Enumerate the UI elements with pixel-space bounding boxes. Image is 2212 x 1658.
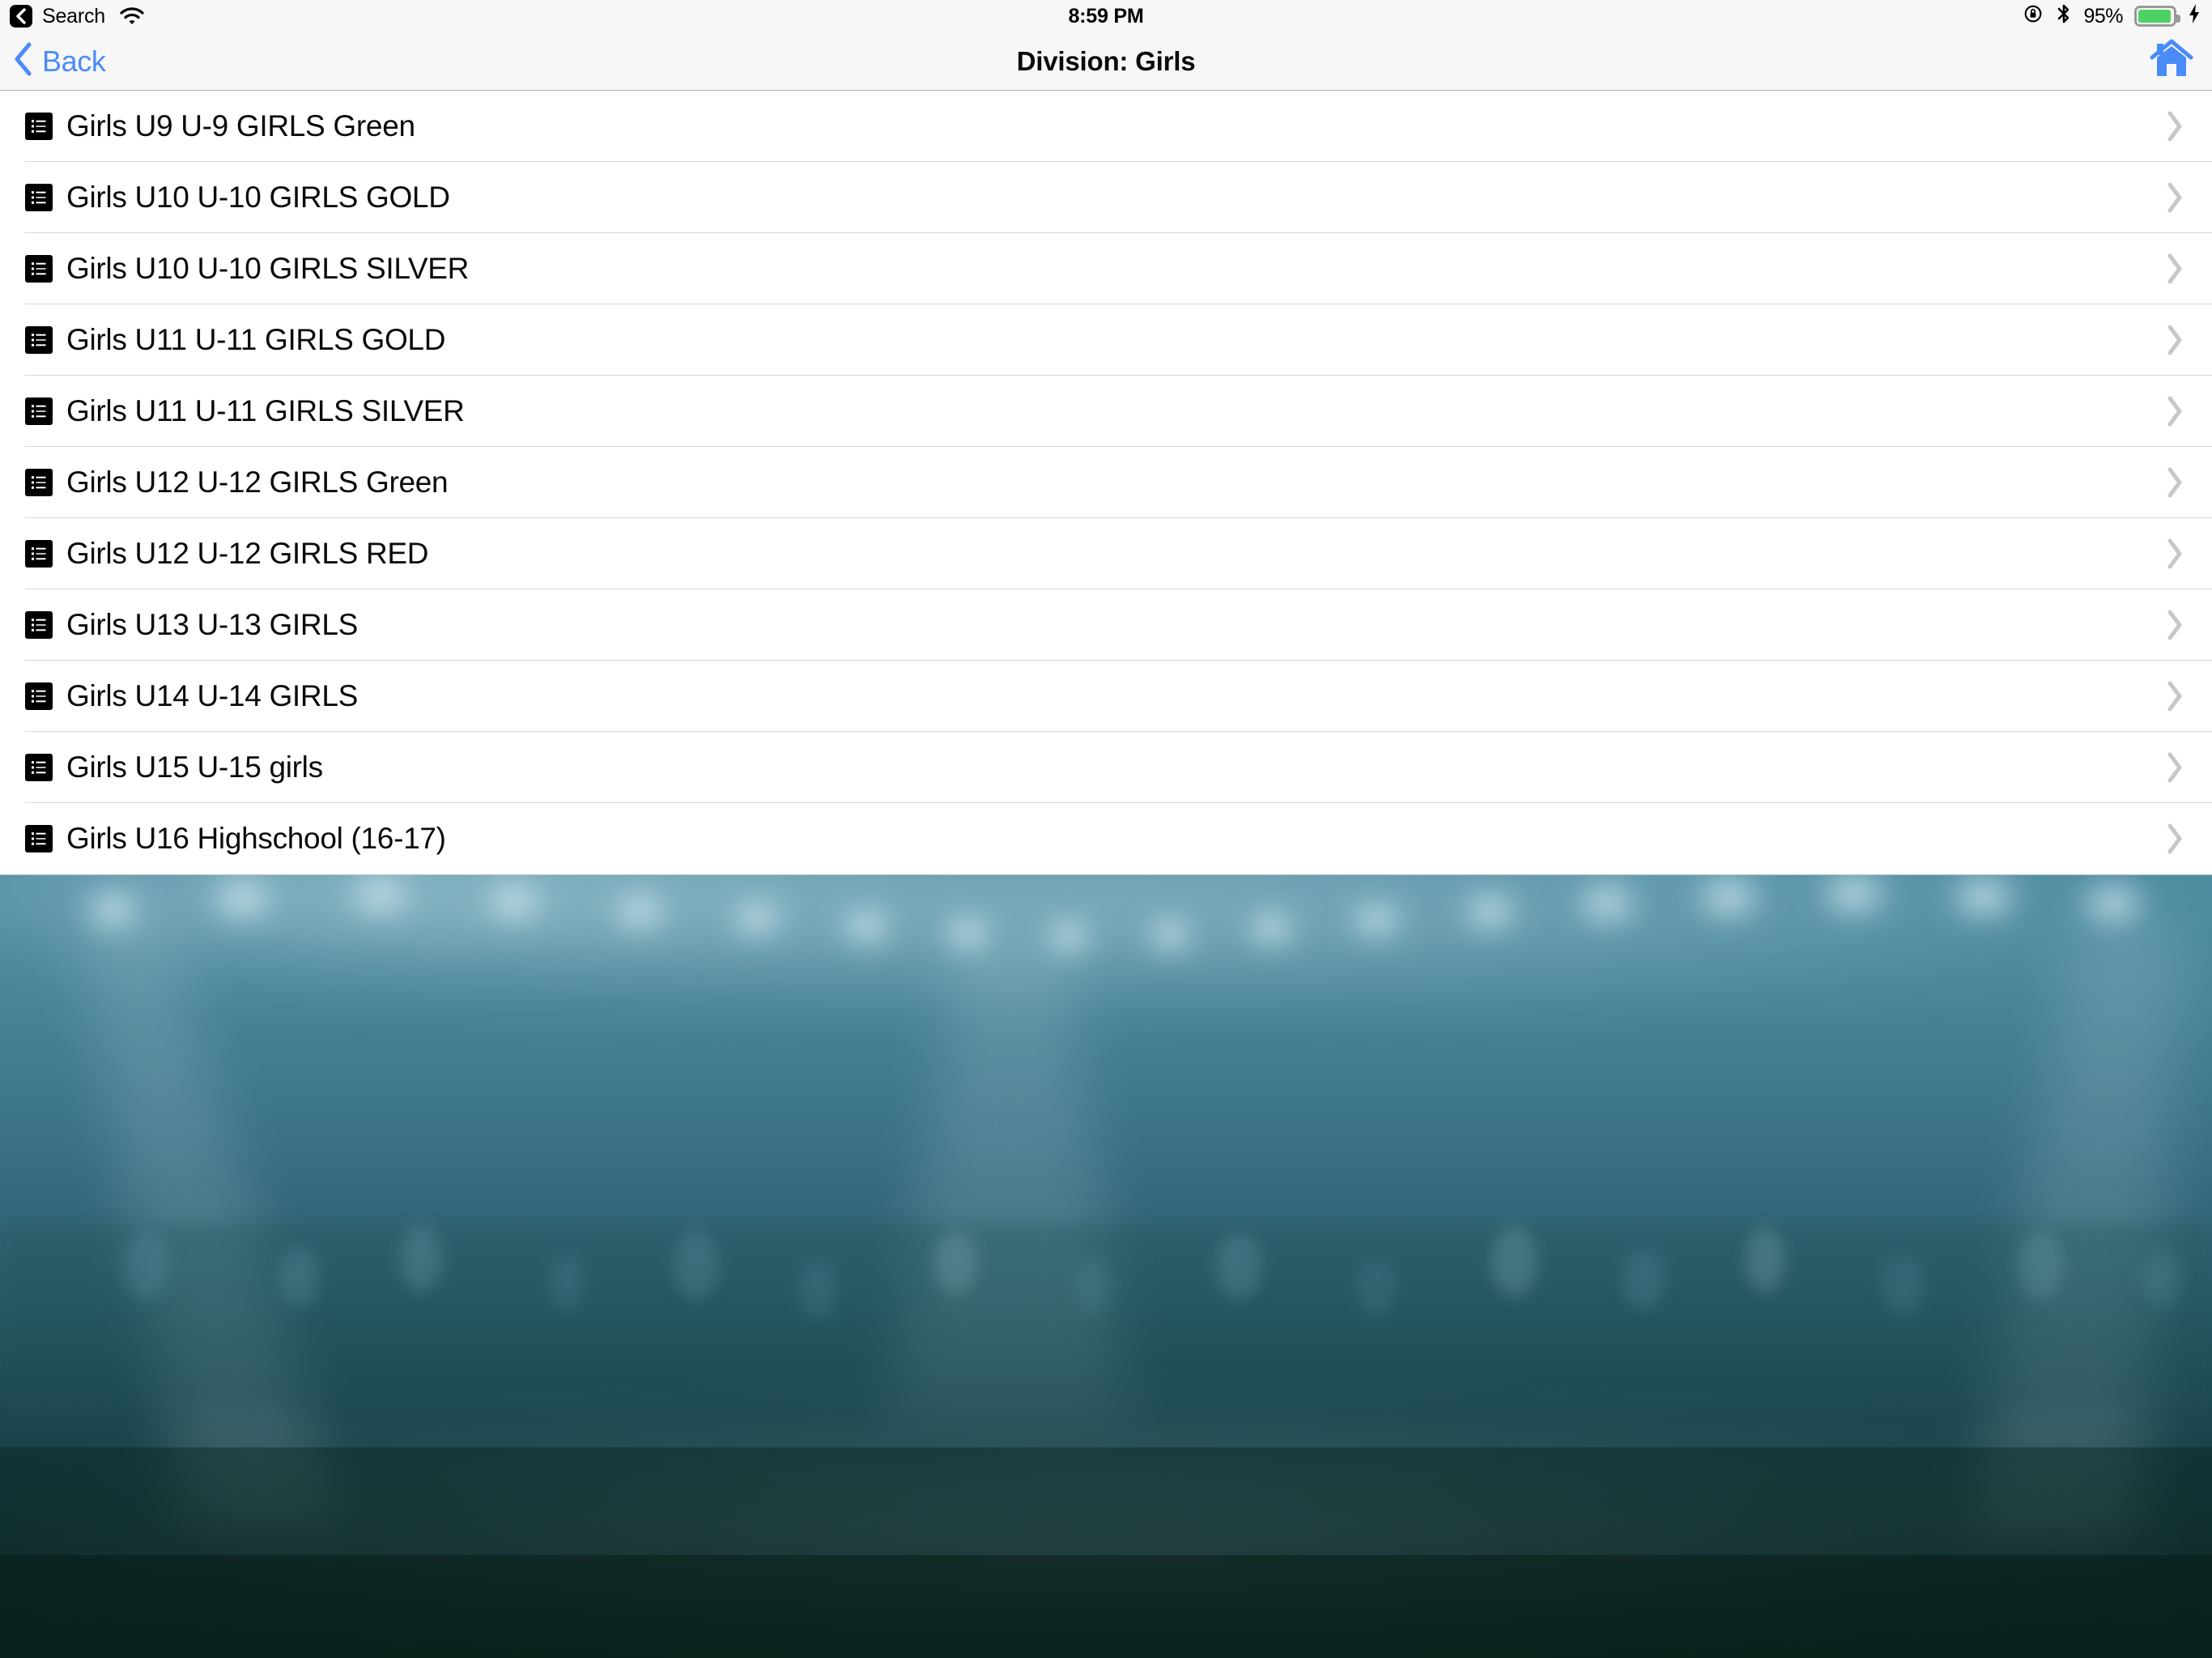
status-bar-clock: 8:59 PM [1068, 4, 1144, 28]
wifi-icon [120, 7, 144, 25]
list-item-label: Girls U12 U-12 GIRLS Green [66, 466, 449, 499]
list-bullet-icon [25, 469, 53, 496]
list-bullet-icon [25, 326, 53, 354]
list-item[interactable]: Girls U16 Highschool (16-17) [0, 803, 2212, 874]
chevron-right-icon[interactable] [2164, 537, 2212, 571]
list-item[interactable]: Girls U11 U-11 GIRLS SILVER [0, 376, 2212, 447]
list-item[interactable]: Girls U10 U-10 GIRLS SILVER [0, 233, 2212, 304]
list-item-label: Girls U10 U-10 GIRLS SILVER [66, 252, 470, 285]
list-item-label: Girls U15 U-15 girls [66, 750, 323, 784]
rotation-lock-icon [2023, 3, 2044, 30]
home-button[interactable] [2149, 38, 2212, 84]
chevron-right-icon[interactable] [2164, 181, 2212, 215]
list-bullet-icon [25, 113, 53, 140]
battery-icon [2134, 6, 2180, 27]
page-title: Division: Girls [1016, 45, 1196, 76]
division-list: Girls U9 U-9 GIRLS Green Girls U10 U-10 G… [0, 91, 2212, 874]
list-item-label: Girls U11 U-11 GIRLS GOLD [66, 323, 446, 356]
navigation-bar: Back Division: Girls [0, 32, 2212, 91]
chevron-right-icon[interactable] [2164, 822, 2212, 856]
chevron-left-icon [13, 41, 34, 81]
list-item[interactable]: Girls U10 U-10 GIRLS GOLD [0, 162, 2212, 233]
status-bar: Search 8:59 PM 95% [0, 0, 2212, 32]
list-item-label: Girls U10 U-10 GIRLS GOLD [66, 181, 450, 214]
list-item[interactable]: Girls U15 U-15 girls [0, 732, 2212, 803]
list-item-label: Girls U14 U-14 GIRLS [66, 679, 358, 712]
chevron-right-icon[interactable] [2164, 252, 2212, 286]
list-item[interactable]: Girls U12 U-12 GIRLS Green [0, 447, 2212, 518]
list-bullet-icon [25, 754, 53, 781]
app-root: Search 8:59 PM 95% Back Division: Girls … [0, 0, 2212, 1658]
page-title-container: Division: Girls [0, 32, 2212, 90]
back-button-label: Back [42, 44, 106, 78]
list-item-label: Girls U13 U-13 GIRLS [66, 608, 358, 641]
back-button[interactable]: Back [0, 41, 106, 81]
lightning-bolt-icon [2188, 3, 2201, 30]
chevron-right-icon[interactable] [2164, 323, 2212, 357]
list-item[interactable]: Girls U13 U-13 GIRLS [0, 589, 2212, 661]
status-bar-back-app-label[interactable]: Search [42, 5, 105, 28]
list-bullet-icon [25, 682, 53, 710]
status-bar-right: 95% [2023, 2, 2212, 31]
chevron-right-icon[interactable] [2164, 679, 2212, 713]
list-bullet-icon [25, 825, 53, 852]
bluetooth-icon [2056, 2, 2072, 31]
list-bullet-icon [25, 540, 53, 568]
list-bullet-icon [25, 184, 53, 211]
chevron-right-icon[interactable] [2164, 466, 2212, 500]
list-bullet-icon [25, 397, 53, 425]
list-bullet-icon [25, 611, 53, 639]
list-item-label: Girls U16 Highschool (16-17) [66, 822, 446, 855]
list-item[interactable]: Girls U11 U-11 GIRLS GOLD [0, 304, 2212, 376]
battery-percent-label: 95% [2083, 4, 2123, 28]
chevron-right-icon[interactable] [2164, 608, 2212, 642]
list-item[interactable]: Girls U12 U-12 GIRLS RED [0, 518, 2212, 589]
list-item-label: Girls U9 U-9 GIRLS Green [66, 109, 415, 142]
chevron-right-icon[interactable] [2164, 109, 2212, 143]
list-bullet-icon [25, 255, 53, 283]
chevron-right-icon[interactable] [2164, 394, 2212, 428]
status-bar-left: Search [0, 5, 144, 28]
list-item[interactable]: Girls U14 U-14 GIRLS [0, 661, 2212, 732]
list-item-label: Girls U12 U-12 GIRLS RED [66, 537, 429, 570]
list-item[interactable]: Girls U9 U-9 GIRLS Green [0, 91, 2212, 162]
chevron-left-icon[interactable] [10, 5, 32, 28]
stadium-night-photo [0, 874, 2212, 1658]
home-icon [2149, 38, 2194, 84]
status-bar-center: 8:59 PM [0, 0, 2212, 32]
list-item-label: Girls U11 U-11 GIRLS SILVER [66, 394, 465, 427]
chevron-right-icon[interactable] [2164, 750, 2212, 784]
